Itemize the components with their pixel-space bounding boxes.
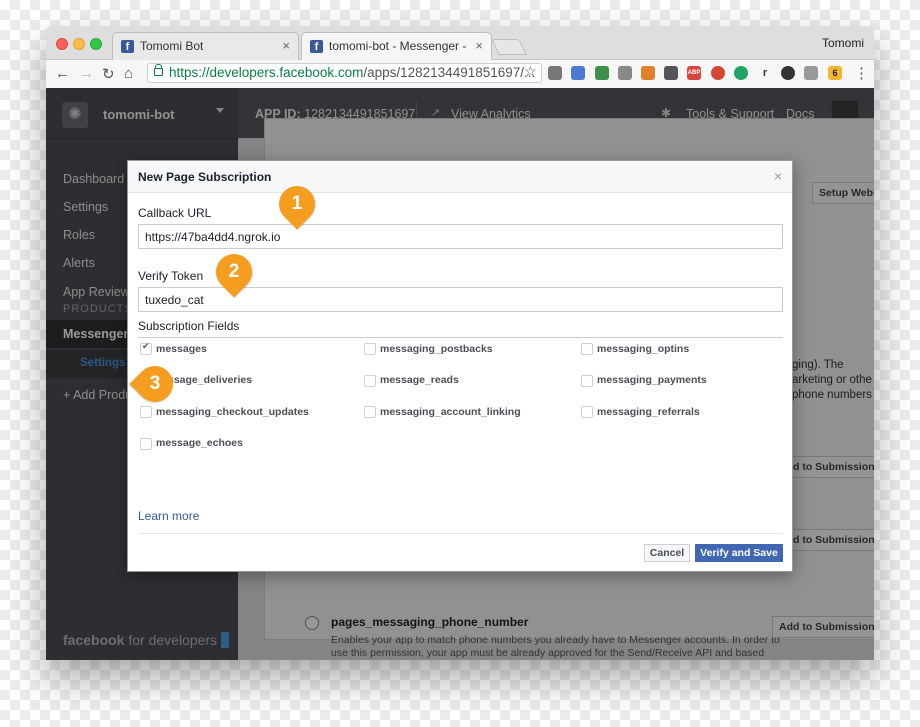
field-label-messaging-postbacks: messaging_postbacks bbox=[380, 343, 493, 355]
zoom-window-button[interactable] bbox=[90, 38, 102, 50]
cancel-button[interactable]: Cancel bbox=[644, 544, 690, 562]
callout-number: 1 bbox=[291, 193, 303, 214]
bookmark-star-icon[interactable]: ☆ bbox=[524, 63, 537, 80]
facebook-icon: f bbox=[121, 40, 134, 53]
menu-icon[interactable]: ⋮ bbox=[854, 64, 869, 82]
callback-url-label: Callback URL bbox=[138, 206, 212, 220]
checkbox-message-echoes[interactable] bbox=[140, 438, 152, 450]
checkbox-messaging-postbacks[interactable] bbox=[364, 343, 376, 355]
tab-title: tomomi-bot - Messenger - Fac bbox=[329, 39, 469, 53]
extension-icon[interactable]: 6 bbox=[828, 66, 842, 80]
screenshot-icon[interactable] bbox=[618, 66, 632, 80]
callout-number: 3 bbox=[149, 373, 161, 394]
extension-icon[interactable]: r bbox=[758, 66, 772, 80]
adblock-icon[interactable]: ABP bbox=[687, 66, 701, 80]
checkbox-messaging-checkout-updates[interactable] bbox=[140, 406, 152, 418]
field-label-message-reads: message_reads bbox=[380, 374, 459, 386]
checkbox-messaging-optins[interactable] bbox=[581, 343, 593, 355]
checkbox-message-reads[interactable] bbox=[364, 375, 376, 387]
forward-icon[interactable]: → bbox=[79, 65, 94, 82]
extension-icon[interactable] bbox=[595, 66, 609, 80]
divider bbox=[138, 533, 783, 534]
home-icon[interactable]: ⌂ bbox=[124, 65, 133, 82]
new-page-subscription-dialog: New Page Subscription × Callback URL htt… bbox=[127, 160, 793, 572]
tab-strip: f Tomomi Bot × f tomomi-bot - Messenger … bbox=[46, 26, 874, 60]
url-path: /apps/1282134491851697/... bbox=[363, 65, 536, 80]
tab-title: Tomomi Bot bbox=[140, 39, 204, 53]
callback-url-input[interactable]: https://47ba4dd4.ngrok.io bbox=[138, 224, 783, 249]
new-tab-button[interactable] bbox=[491, 39, 527, 55]
verify-and-save-button[interactable]: Verify and Save bbox=[695, 544, 783, 562]
extension-icon[interactable] bbox=[711, 66, 725, 80]
field-label-messaging-account-linking: messaging_account_linking bbox=[380, 406, 521, 418]
field-label-messaging-checkout-updates: messaging_checkout_updates bbox=[156, 406, 309, 418]
checkbox-messaging-referrals[interactable] bbox=[581, 406, 593, 418]
grammarly-icon[interactable] bbox=[734, 66, 748, 80]
browser-toolbar: ← → ↻ ⌂ https://developers.facebook.com/… bbox=[46, 60, 874, 89]
evernote-icon[interactable] bbox=[664, 66, 678, 80]
cast-icon[interactable] bbox=[548, 66, 562, 80]
subscription-fields-label: Subscription Fields bbox=[138, 319, 240, 333]
callout-marker-3: 3 bbox=[129, 358, 181, 410]
extension-icon[interactable] bbox=[781, 66, 795, 80]
profile-name[interactable]: Tomomi bbox=[822, 36, 864, 50]
facebook-icon: f bbox=[310, 40, 323, 53]
callout-number: 2 bbox=[228, 261, 240, 282]
close-window-button[interactable] bbox=[56, 38, 68, 50]
extension-icon[interactable] bbox=[641, 66, 655, 80]
field-label-messaging-referrals: messaging_referrals bbox=[597, 406, 700, 418]
back-icon[interactable]: ← bbox=[55, 65, 70, 82]
dialog-title: New Page Subscription bbox=[138, 170, 272, 184]
learn-more-link[interactable]: Learn more bbox=[138, 509, 199, 523]
field-label-messaging-optins: messaging_optins bbox=[597, 343, 690, 355]
divider bbox=[138, 337, 783, 338]
minimize-window-button[interactable] bbox=[73, 38, 85, 50]
callout-marker-1: 1 bbox=[271, 178, 323, 230]
tab-close-icon[interactable]: × bbox=[282, 38, 290, 53]
tab-tomomi-bot[interactable]: f Tomomi Bot × bbox=[112, 32, 299, 60]
callout-marker-2: 2 bbox=[208, 246, 260, 298]
url-host: https://developers.facebook.com bbox=[169, 65, 364, 80]
reload-icon[interactable]: ↻ bbox=[102, 65, 115, 83]
lock-icon bbox=[154, 64, 163, 76]
dialog-header: New Page Subscription × bbox=[128, 161, 792, 193]
field-label-messages: messages bbox=[156, 343, 207, 355]
verify-token-label: Verify Token bbox=[138, 269, 204, 283]
close-icon[interactable]: × bbox=[774, 168, 782, 184]
field-label-message-deliveries: ssage_deliveries bbox=[168, 374, 253, 386]
checkbox-messaging-payments[interactable] bbox=[581, 375, 593, 387]
tab-close-icon[interactable]: × bbox=[475, 38, 483, 53]
field-label-messaging-payments: messaging_payments bbox=[597, 374, 707, 386]
address-bar[interactable]: https://developers.facebook.com/apps/128… bbox=[147, 63, 542, 83]
checkbox-messaging-account-linking[interactable] bbox=[364, 406, 376, 418]
tab-messenger[interactable]: f tomomi-bot - Messenger - Fac × bbox=[301, 32, 492, 60]
field-label-message-echoes: message_echoes bbox=[156, 437, 243, 449]
checkbox-messages[interactable] bbox=[140, 341, 152, 355]
camera-icon[interactable] bbox=[804, 66, 818, 80]
translate-icon[interactable] bbox=[571, 66, 585, 80]
